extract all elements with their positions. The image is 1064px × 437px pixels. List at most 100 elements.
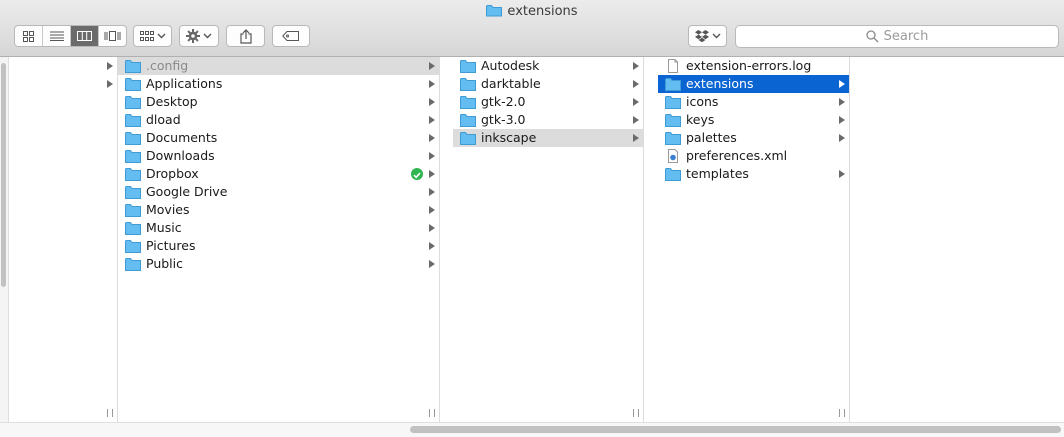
column-resize-handle[interactable] [633, 409, 639, 417]
disclosure-arrow-icon [429, 260, 435, 268]
window-title-text: extensions [507, 4, 578, 19]
folder-row[interactable]: Documents [118, 129, 439, 147]
folder-row[interactable]: icons [658, 93, 849, 111]
item-label: dload [146, 112, 181, 127]
column-resize-handle[interactable] [429, 409, 435, 417]
item-label: extensions [686, 76, 754, 91]
column-resize-handle[interactable] [839, 409, 845, 417]
xml-file-icon [665, 149, 681, 163]
search-placeholder: Search [883, 29, 929, 44]
search-field[interactable]: Search [735, 25, 1059, 48]
folder-row[interactable]: palettes [658, 129, 849, 147]
item-label: palettes [686, 130, 737, 145]
disclosure-arrow-icon [107, 80, 113, 88]
folder-row[interactable]: extensions [658, 75, 849, 93]
folder-icon [460, 77, 476, 91]
folder-row[interactable]: inkscape [453, 129, 643, 147]
item-label: icons [686, 94, 719, 109]
folder-row[interactable]: gtk-3.0 [453, 111, 643, 129]
folder-row[interactable]: Downloads [118, 147, 439, 165]
item-label: inkscape [481, 130, 537, 145]
disclosure-arrow-icon [429, 116, 435, 124]
item-label: Public [146, 256, 183, 271]
item-label: Pictures [146, 238, 196, 253]
browser-column-2: .config Applications Desktop dload Documents… [118, 57, 440, 422]
folder-row[interactable]: Pictures [118, 237, 439, 255]
disclosure-arrow-icon [429, 152, 435, 160]
list-view-button[interactable] [43, 26, 71, 46]
folder-icon [460, 95, 476, 109]
gear-icon [186, 29, 200, 43]
vertical-scrollbar[interactable] [0, 57, 9, 422]
chevron-down-icon [203, 33, 212, 39]
folder-row[interactable]: Public [118, 255, 439, 273]
pictures-folder-icon [125, 239, 141, 253]
folder-row[interactable]: templates [658, 165, 849, 183]
file-row[interactable]: extension-errors.log [658, 57, 849, 75]
disclosure-arrow-icon [429, 188, 435, 196]
folder-row[interactable]: Dropbox [118, 165, 439, 183]
view-mode-segmented-control[interactable] [14, 25, 127, 47]
vertical-scroll-thumb[interactable] [1, 63, 6, 287]
folder-row[interactable]: darktable [453, 75, 643, 93]
disclosure-arrow-icon [633, 98, 639, 106]
share-icon [239, 28, 252, 44]
folder-row[interactable]: dload [118, 111, 439, 129]
folder-row[interactable] [9, 75, 117, 93]
folder-row[interactable]: Google Drive [118, 183, 439, 201]
disclosure-arrow-icon [429, 224, 435, 232]
item-label: extension-errors.log [686, 58, 812, 73]
document-folder-icon [125, 113, 141, 127]
item-label: Dropbox [146, 166, 199, 181]
folder-icon [486, 5, 503, 17]
disclosure-arrow-icon [429, 134, 435, 142]
folder-row[interactable]: Movies [118, 201, 439, 219]
folder-row[interactable]: keys [658, 111, 849, 129]
browser-column-5 [862, 57, 1064, 422]
item-label: keys [686, 112, 715, 127]
action-button[interactable] [179, 25, 219, 47]
file-row[interactable]: preferences.xml [658, 147, 849, 165]
horizontal-scrollbar[interactable] [0, 422, 1064, 437]
list-icon [49, 31, 64, 41]
column-resize-handle[interactable] [107, 409, 113, 417]
item-label: Desktop [146, 94, 198, 109]
disclosure-arrow-icon [839, 170, 845, 178]
folder-row[interactable]: Applications [118, 75, 439, 93]
folder-row[interactable]: .config [118, 57, 439, 75]
column-view-button[interactable] [71, 26, 99, 46]
share-button[interactable] [226, 25, 265, 47]
columns-icon [77, 31, 92, 41]
horizontal-scroll-thumb[interactable] [410, 426, 1061, 433]
folder-row[interactable] [9, 57, 117, 75]
browser-column-1 [9, 57, 118, 422]
icon-view-button[interactable] [15, 26, 43, 46]
item-label: darktable [481, 76, 541, 91]
dropbox-icon [694, 29, 709, 42]
arrange-grid-icon [139, 31, 154, 41]
folder-row[interactable]: Autodesk [453, 57, 643, 75]
folder-icon [460, 131, 476, 145]
dropbox-button[interactable] [688, 25, 727, 47]
folder-icon [665, 167, 681, 181]
arrange-button[interactable] [133, 25, 172, 47]
folder-row[interactable]: Music [118, 219, 439, 237]
browser-column-4: extension-errors.log extensions icons keys p… [658, 57, 850, 422]
cover-flow-button[interactable] [99, 26, 126, 46]
folder-icon [125, 59, 141, 73]
disclosure-arrow-icon [429, 80, 435, 88]
disclosure-arrow-icon [429, 206, 435, 214]
folder-row[interactable]: Desktop [118, 93, 439, 111]
item-label: Documents [146, 130, 218, 145]
disclosure-arrow-icon [107, 62, 113, 70]
chevron-down-icon [157, 33, 165, 39]
item-label: preferences.xml [686, 148, 788, 163]
folder-icon [665, 113, 681, 127]
disclosure-arrow-icon [839, 80, 845, 88]
disclosure-arrow-icon [429, 98, 435, 106]
tags-button[interactable] [272, 25, 310, 47]
folder-row[interactable]: gtk-2.0 [453, 93, 643, 111]
window-title: extensions [0, 4, 1064, 19]
disclosure-arrow-icon [633, 80, 639, 88]
file-icon [665, 59, 681, 73]
